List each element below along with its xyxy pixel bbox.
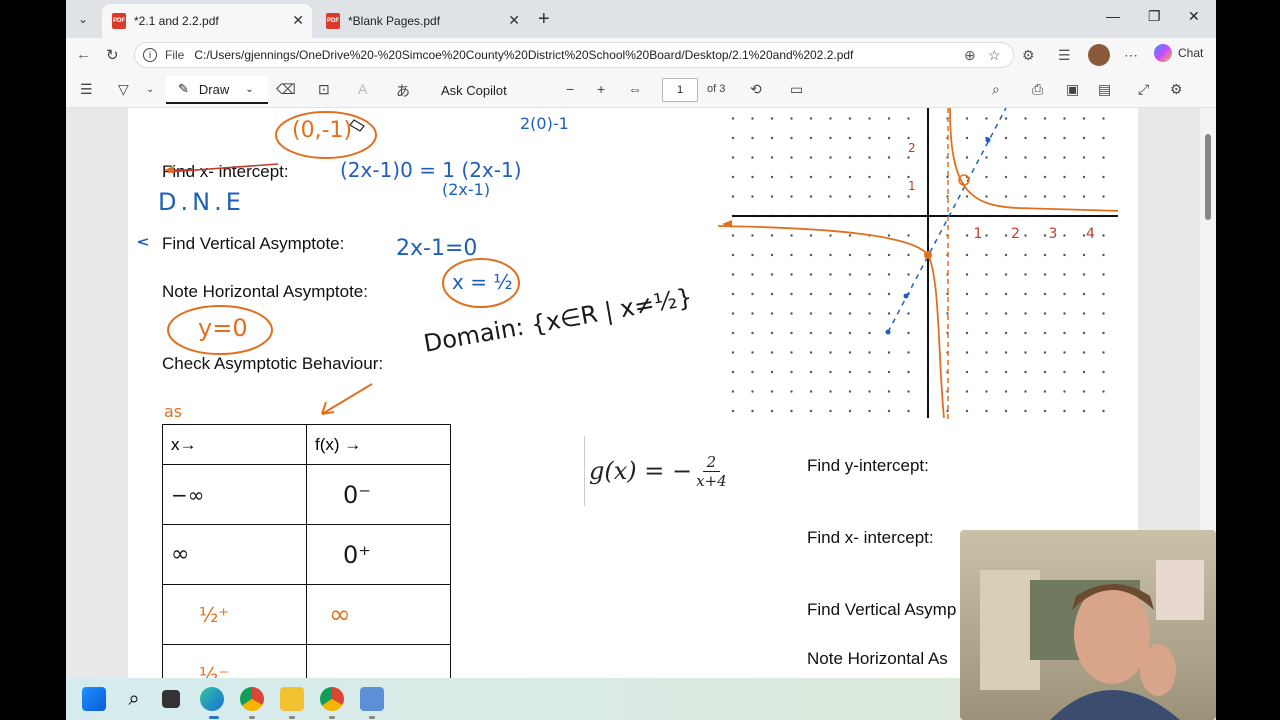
zoom-icon[interactable]: ⊕ (964, 47, 976, 64)
chevron-down-icon: ⌄ (77, 12, 89, 26)
windows-start-icon[interactable] (82, 687, 106, 711)
print-icon[interactable]: ⎙ (1032, 81, 1043, 98)
ink-dne: D.N.E (158, 188, 245, 216)
page-count: of 3 (707, 83, 726, 95)
more-icon[interactable]: ⋯ (1124, 47, 1138, 64)
ink-top-partial: 2(0)-1 (520, 114, 569, 133)
page-number-input[interactable]: 1 (662, 78, 698, 102)
back-arrow-icon[interactable]: ← (76, 46, 91, 63)
pen-icon: ✎ (178, 81, 189, 96)
draw-button[interactable]: ✎ Draw ⌄ (166, 76, 268, 104)
ink-arrow (164, 166, 174, 174)
ink-x-intercept-work: (2x-1)0 = 1 (2x-1) (340, 158, 522, 182)
calculator-icon[interactable] (360, 687, 384, 711)
expand-icon[interactable]: ⤢ (1138, 81, 1149, 98)
avatar[interactable] (1088, 44, 1110, 66)
chevron-down-icon[interactable]: ⌄ (146, 84, 154, 95)
ink-va-answer: x = ½ (452, 270, 513, 294)
extensions-icon[interactable]: ⚙ (1022, 47, 1035, 64)
read-aloud-icon[interactable]: A (358, 81, 367, 97)
ink-arrow (137, 238, 149, 246)
running-indicator (249, 716, 255, 719)
presenter-video (980, 560, 1204, 720)
eraser-icon[interactable]: ⌫ (276, 81, 296, 98)
fit-width-icon[interactable]: ⇔ (628, 81, 642, 97)
tab-blank-pages[interactable]: PDF *Blank Pages.pdf ✕ (316, 4, 528, 38)
contents-icon[interactable]: ☰ (80, 81, 93, 98)
text-box-icon[interactable]: ⊡ (318, 81, 330, 98)
address-field[interactable]: i File C:/Users/gjennings/OneDrive%20-%2… (134, 42, 1014, 68)
ink-x-intercept-denominator: (2x-1) (442, 180, 491, 199)
highlight-icon[interactable]: ▽ (118, 81, 129, 98)
running-indicator (369, 716, 375, 719)
ink-va-equation: 2x-1=0 (396, 236, 478, 261)
scheme-label: File (165, 48, 185, 62)
zoom-out-icon[interactable]: − (566, 81, 574, 97)
star-icon[interactable]: ☆ (988, 47, 1001, 64)
url-text: C:/Users/gjennings/OneDrive%20-%20Simcoe… (194, 48, 854, 62)
pdf-toolbar: ☰ ▽ ⌄ ✎ Draw ⌄ ⌫ ⊡ A あ Ask Copilot − + ⇔… (66, 72, 1216, 108)
tab-title: *2.1 and 2.2.pdf (134, 14, 219, 28)
chrome-icon[interactable] (240, 687, 264, 711)
ink-ha-answer: y=0 (198, 314, 248, 342)
tab-strip: ⌄ PDF *2.1 and 2.2.pdf ✕ PDF *Blank Page… (66, 0, 1216, 38)
copilot-chat-button[interactable]: Chat (1154, 44, 1203, 62)
pdf-icon: PDF (326, 13, 340, 29)
chevron-down-icon: ⌄ (245, 83, 254, 95)
webcam-overlay (960, 530, 1216, 720)
save-as-icon[interactable]: ▤ (1098, 81, 1111, 98)
search-icon[interactable]: ⌕ (122, 687, 146, 711)
edge-icon[interactable] (200, 687, 224, 711)
window-close-button[interactable]: ✕ (1188, 8, 1200, 25)
active-indicator (209, 716, 219, 719)
task-view-icon[interactable] (162, 690, 180, 708)
running-indicator (289, 716, 295, 719)
info-icon[interactable]: i (143, 48, 157, 62)
ink-arrow-fx (321, 383, 373, 415)
close-icon[interactable]: ✕ (292, 12, 304, 29)
favorites-icon[interactable]: ☰ (1058, 47, 1071, 64)
page-view-icon[interactable]: ▭ (790, 81, 803, 98)
ink-strike (167, 163, 279, 173)
tab-title: *Blank Pages.pdf (348, 14, 441, 28)
search-icon[interactable]: ⌕ (992, 81, 1000, 98)
running-indicator (329, 716, 335, 719)
refresh-icon[interactable]: ↻ (106, 46, 119, 64)
ink-as-label: as (164, 402, 183, 421)
chrome-profile-icon[interactable] (320, 687, 344, 711)
copilot-icon (1154, 44, 1172, 62)
ask-copilot-button[interactable]: Ask Copilot (441, 83, 507, 98)
close-icon[interactable]: ✕ (508, 12, 520, 29)
address-bar-row: ← ↻ i File C:/Users/gjennings/OneDrive%2… (66, 38, 1216, 72)
draw-label: Draw (198, 81, 230, 97)
translate-icon[interactable]: あ (396, 81, 410, 101)
chat-label: Chat (1178, 46, 1204, 60)
save-icon[interactable]: ▣ (1066, 81, 1079, 98)
pen-cursor-icon (349, 119, 365, 132)
tab-actions-menu[interactable]: ⌄ (70, 6, 96, 32)
file-explorer-icon[interactable] (280, 687, 304, 711)
restore-button[interactable]: ❐ (1148, 8, 1161, 25)
zoom-in-icon[interactable]: + (597, 81, 605, 97)
rotate-icon[interactable]: ⟲ (750, 81, 762, 98)
tab-2-1-and-2-2[interactable]: PDF *2.1 and 2.2.pdf ✕ (102, 4, 312, 38)
new-tab-button[interactable]: + (538, 8, 550, 31)
pdf-icon: PDF (112, 13, 126, 29)
gear-icon[interactable]: ⚙ (1170, 81, 1183, 98)
minimize-button[interactable]: — (1106, 8, 1120, 24)
ink-y-intercept: (0,-1) (292, 118, 353, 143)
scrollbar-thumb[interactable] (1205, 134, 1211, 220)
